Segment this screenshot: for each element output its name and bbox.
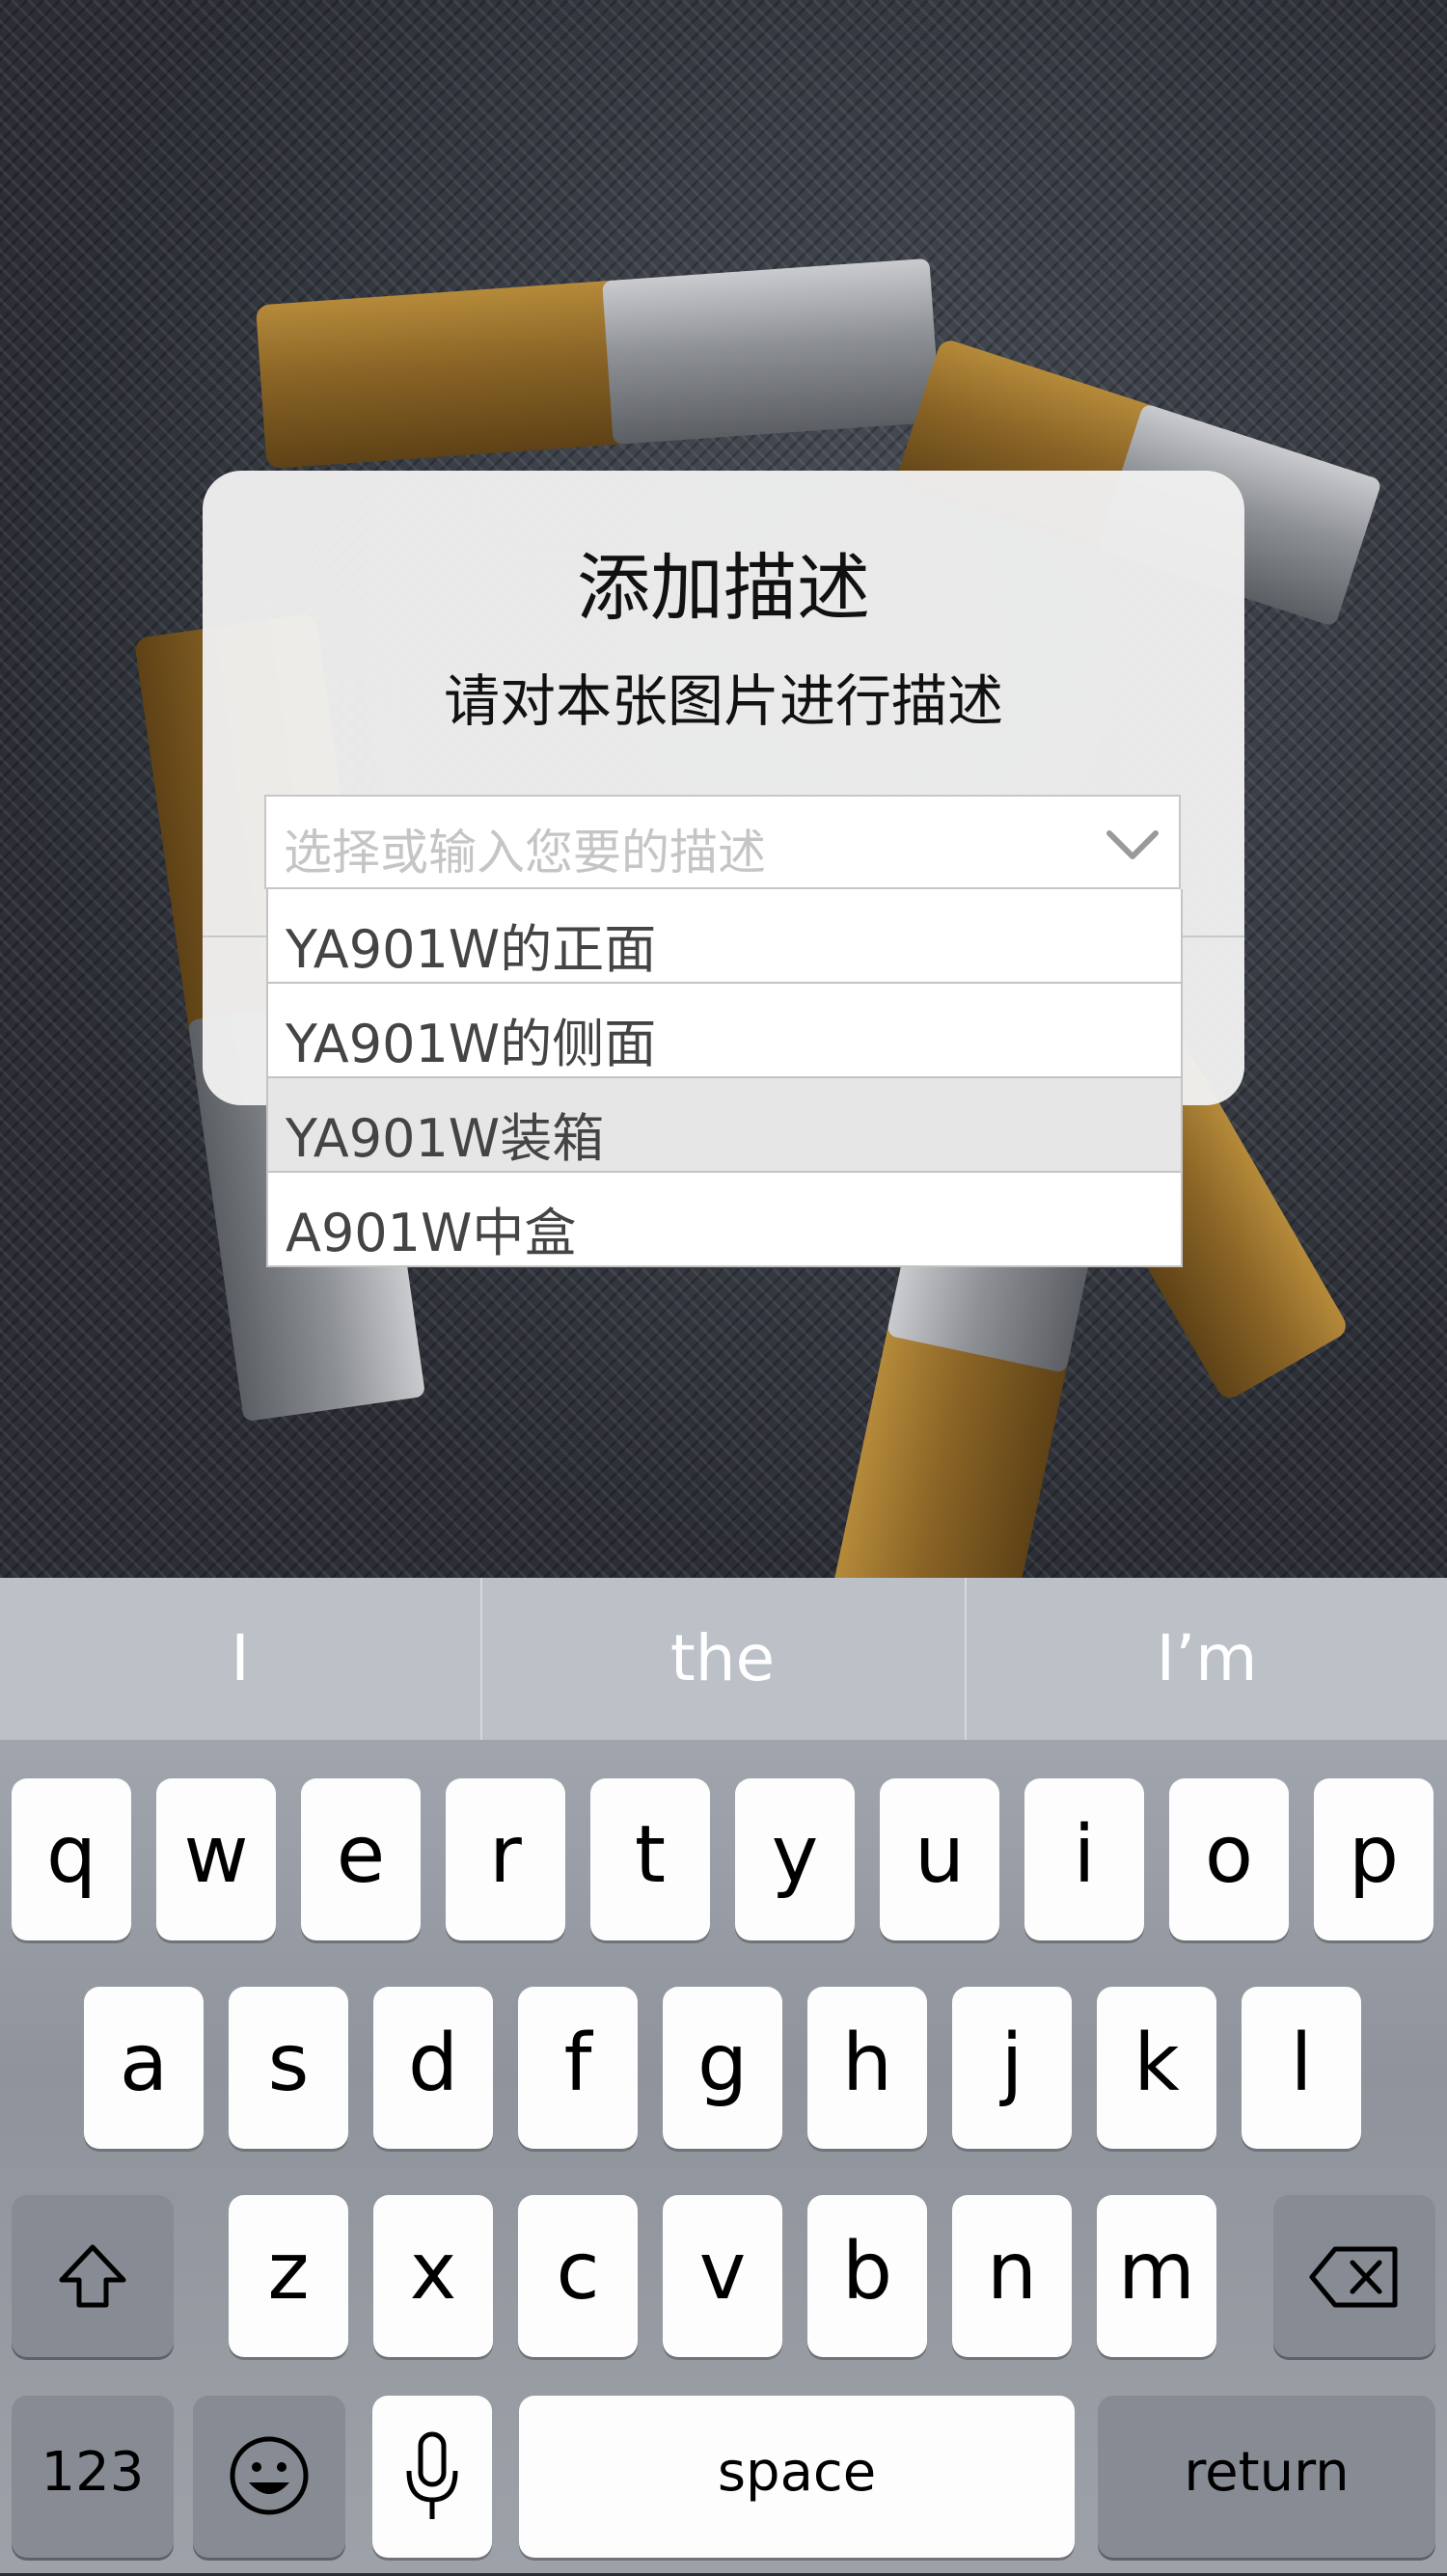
- emoji-key[interactable]: [193, 2396, 345, 2558]
- suggestion-bar: I the I’m: [0, 1578, 1447, 1740]
- emoji-icon: [230, 2436, 309, 2515]
- description-select[interactable]: 选择或输入您要的描述: [264, 795, 1181, 889]
- key-v[interactable]: v: [663, 2195, 782, 2357]
- option-packing[interactable]: YA901W装箱: [268, 1078, 1181, 1173]
- key-n[interactable]: n: [952, 2195, 1072, 2357]
- key-a[interactable]: a: [84, 1987, 204, 2149]
- option-middle-box[interactable]: A901W中盒: [268, 1173, 1181, 1267]
- option-label: YA901W装箱: [286, 1108, 605, 1169]
- dictation-key[interactable]: [372, 2396, 492, 2558]
- dialog-subtitle: 请对本张图片进行描述: [443, 668, 1003, 734]
- key-z[interactable]: z: [229, 2195, 348, 2357]
- option-label: YA901W的正面: [286, 919, 657, 980]
- keyboard: I the I’m q w e r t y u i o p a s d f g …: [0, 1578, 1447, 2573]
- backspace-icon: [1309, 2246, 1398, 2308]
- backspace-key[interactable]: [1273, 2195, 1435, 2357]
- option-side[interactable]: YA901W的侧面: [268, 984, 1181, 1078]
- numbers-key[interactable]: 123: [12, 2396, 174, 2558]
- key-h[interactable]: h: [807, 1987, 927, 2149]
- key-s[interactable]: s: [229, 1987, 348, 2149]
- key-k[interactable]: k: [1097, 1987, 1216, 2149]
- key-t[interactable]: t: [590, 1778, 710, 1940]
- key-j[interactable]: j: [952, 1987, 1072, 2149]
- description-options-list: YA901W的正面 YA901W的侧面 YA901W装箱 A901W中盒: [266, 889, 1183, 1267]
- microphone-icon: [406, 2431, 458, 2519]
- option-front[interactable]: YA901W的正面: [268, 889, 1181, 984]
- space-key[interactable]: space: [519, 2396, 1075, 2558]
- suggestion-1[interactable]: I: [0, 1578, 480, 1740]
- key-x[interactable]: x: [373, 2195, 493, 2357]
- key-l[interactable]: l: [1242, 1987, 1361, 2149]
- key-m[interactable]: m: [1097, 2195, 1216, 2357]
- key-e[interactable]: e: [301, 1778, 421, 1940]
- key-y[interactable]: y: [735, 1778, 855, 1940]
- key-w[interactable]: w: [156, 1778, 276, 1940]
- dialog-title: 添加描述: [577, 545, 870, 631]
- description-input[interactable]: 选择或输入您要的描述: [284, 814, 766, 883]
- return-key[interactable]: return: [1098, 2396, 1435, 2558]
- key-g[interactable]: g: [663, 1987, 782, 2149]
- key-b[interactable]: b: [807, 2195, 927, 2357]
- option-label: A901W中盒: [286, 1203, 577, 1263]
- key-o[interactable]: o: [1169, 1778, 1289, 1940]
- option-label: YA901W的侧面: [286, 1014, 657, 1074]
- suggestion-3[interactable]: I’m: [967, 1578, 1447, 1740]
- key-u[interactable]: u: [880, 1778, 999, 1940]
- key-r[interactable]: r: [446, 1778, 565, 1940]
- key-i[interactable]: i: [1024, 1778, 1144, 1940]
- key-f[interactable]: f: [518, 1987, 638, 2149]
- shift-key[interactable]: [12, 2195, 174, 2357]
- chevron-down-icon[interactable]: [1104, 816, 1161, 872]
- key-d[interactable]: d: [373, 1987, 493, 2149]
- key-q[interactable]: q: [12, 1778, 131, 1940]
- suggestion-2[interactable]: the: [482, 1578, 963, 1740]
- key-p[interactable]: p: [1314, 1778, 1433, 1940]
- shift-icon: [59, 2244, 126, 2308]
- key-c[interactable]: c: [518, 2195, 638, 2357]
